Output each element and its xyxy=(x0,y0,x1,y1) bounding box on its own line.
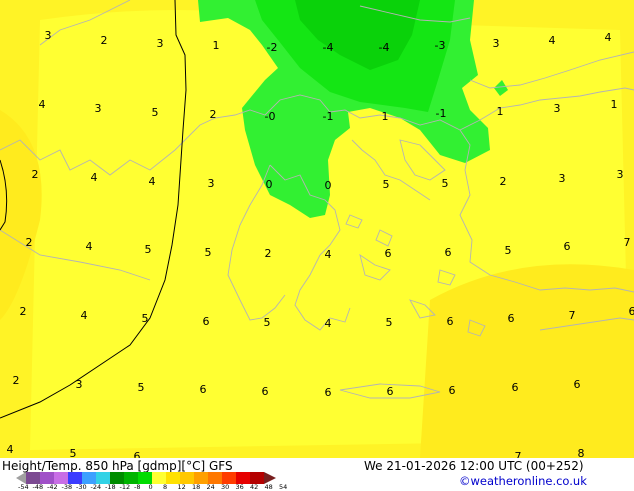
temperature-label: 5 xyxy=(145,243,152,256)
colorbar-tick-label: -18 xyxy=(105,484,116,490)
colorbar-tick-label: -38 xyxy=(62,484,73,490)
temperature-label: 3 xyxy=(157,37,164,50)
map-area: 3 2 3 1 -2 -4 -4 -3 3 4 4 4 3 5 2 -0 -1 1 -1 1 3 1 2 4 4 3 0 0 5 5 2 3 3… xyxy=(0,0,634,458)
temperature-label: 3 xyxy=(493,37,500,50)
temperature-label: 2 xyxy=(32,168,39,181)
temperature-label: 6 xyxy=(449,384,456,397)
temperature-label: 3 xyxy=(617,168,624,181)
colorbar-tick-label: 54 xyxy=(279,484,287,490)
colorbar-tick-label: -30 xyxy=(76,484,87,490)
temperature-label: 4 xyxy=(325,248,332,261)
temperature-label: 6 xyxy=(508,312,515,325)
temperature-label: 6 xyxy=(564,240,571,253)
temperature-label: 2 xyxy=(210,108,217,121)
temperature-label: 1 xyxy=(611,98,618,111)
temperature-label: 1 xyxy=(497,105,504,118)
temperature-label: 6 xyxy=(385,247,392,260)
colorbar-tick-label: 0 xyxy=(149,484,153,490)
temperature-label: 4 xyxy=(149,175,156,188)
colorbar-tick-label: 8 xyxy=(163,484,167,490)
credit-link[interactable]: ©weatheronline.co.uk xyxy=(459,474,587,488)
colorbar-tick-label: 12 xyxy=(178,484,186,490)
warm-yellow-region-se xyxy=(420,264,634,458)
chart-title: Height/Temp. 850 hPa [gdmp][°C] GFS xyxy=(2,459,233,473)
colorbar-tick-label: -48 xyxy=(33,484,44,490)
temperature-label: 6 xyxy=(629,305,634,318)
map-canvas: 3 2 3 1 -2 -4 -4 -3 3 4 4 4 3 5 2 -0 -1 1 -1 1 3 1 2 4 4 3 0 0 5 5 2 3 3… xyxy=(0,0,634,458)
temperature-label: 5 xyxy=(442,177,449,190)
temperature-label: 2 xyxy=(500,175,507,188)
footer-bar: Height/Temp. 850 hPa [gdmp][°C] GFS We 2… xyxy=(0,458,634,490)
temperature-label: 4 xyxy=(39,98,46,111)
temperature-label: 5 xyxy=(138,381,145,394)
temperature-label: -0 xyxy=(265,110,276,123)
temperature-label: 5 xyxy=(142,312,149,325)
temperature-label: 6 xyxy=(325,386,332,399)
temperature-label: 6 xyxy=(445,246,452,259)
temperature-label: 7 xyxy=(624,236,631,249)
temperature-label: 5 xyxy=(386,316,393,329)
colorbar-tick-label: 18 xyxy=(192,484,200,490)
temperature-label: 3 xyxy=(559,172,566,185)
temperature-label: 3 xyxy=(208,177,215,190)
temperature-label: 5 xyxy=(205,246,212,259)
temperature-label: 2 xyxy=(13,374,20,387)
temperature-label: 6 xyxy=(387,385,394,398)
colorbar-tick-label: -54 xyxy=(18,484,29,490)
colorbar-tick-label: 42 xyxy=(250,484,258,490)
temperature-label: 6 xyxy=(512,381,519,394)
temperature-label: 6 xyxy=(203,315,210,328)
colorbar-tick-label: 30 xyxy=(221,484,229,490)
temperature-label: 5 xyxy=(152,106,159,119)
colorbar-tick-label: -24 xyxy=(91,484,102,490)
temperature-label: 7 xyxy=(515,450,522,458)
temperature-label: 8 xyxy=(578,447,585,458)
temperature-label: 4 xyxy=(325,317,332,330)
colorbar-tick-label: -8 xyxy=(134,484,140,490)
temperature-label: 5 xyxy=(264,316,271,329)
valid-datetime: We 21-01-2026 12:00 UTC (00+252) xyxy=(364,459,584,473)
temperature-label: 4 xyxy=(549,34,556,47)
temperature-label: 5 xyxy=(383,178,390,191)
temperature-label: 2 xyxy=(265,247,272,260)
temperature-label: 3 xyxy=(554,102,561,115)
temperature-label: 6 xyxy=(134,450,141,458)
temperature-label: -3 xyxy=(435,39,446,52)
temperature-label: 5 xyxy=(70,447,77,458)
temperature-label: 2 xyxy=(101,34,108,47)
colorbar-tick-label: 48 xyxy=(265,484,273,490)
temperature-label: -1 xyxy=(323,110,334,123)
temperature-label: -2 xyxy=(267,41,278,54)
temperature-label: 4 xyxy=(86,240,93,253)
temperature-label: 4 xyxy=(81,309,88,322)
temperature-label: 2 xyxy=(20,305,27,318)
temperature-label: -4 xyxy=(379,41,390,54)
temperature-label: 0 xyxy=(266,178,273,191)
temperature-label: 6 xyxy=(447,315,454,328)
colorbar-tick-label: -12 xyxy=(120,484,131,490)
temperature-label: 3 xyxy=(45,29,52,42)
colorbar-tick-label: 24 xyxy=(207,484,215,490)
temperature-label: 6 xyxy=(574,378,581,391)
temperature-label: -4 xyxy=(323,41,334,54)
temperature-label: 6 xyxy=(200,383,207,396)
temperature-label: 3 xyxy=(76,378,83,391)
temperature-label: 7 xyxy=(569,309,576,322)
temperature-label: 1 xyxy=(382,110,389,123)
temperature-label: 3 xyxy=(95,102,102,115)
temperature-label: 0 xyxy=(325,179,332,192)
temperature-label: 2 xyxy=(26,236,33,249)
temperature-label: 6 xyxy=(262,385,269,398)
colorbar-tick-label: 36 xyxy=(236,484,244,490)
temperature-label: 4 xyxy=(91,171,98,184)
colorbar-tick-label: -42 xyxy=(47,484,58,490)
temperature-label: -1 xyxy=(436,107,447,120)
temperature-label: 5 xyxy=(505,244,512,257)
temperature-label: 4 xyxy=(7,443,14,456)
temperature-label: 4 xyxy=(605,31,612,44)
temperature-label: 1 xyxy=(213,39,220,52)
